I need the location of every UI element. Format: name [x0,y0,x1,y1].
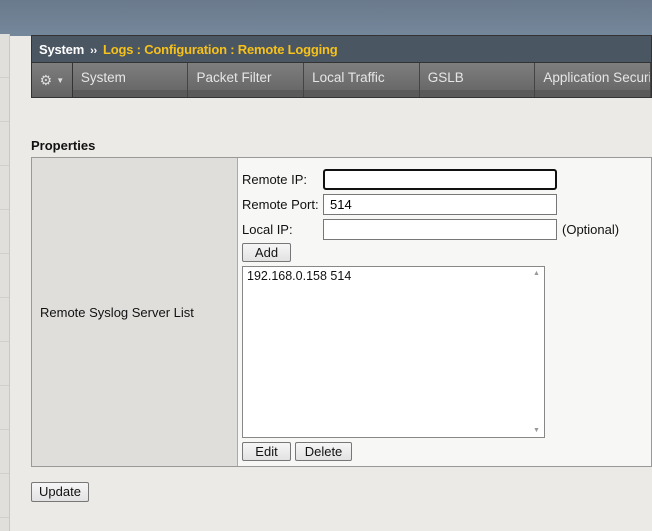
local-ip-hint: (Optional) [562,222,620,237]
gear-icon: ⚙ [39,71,53,88]
update-button[interactable]: Update [31,482,89,502]
remote-port-label: Remote Port: [242,197,319,212]
local-ip-label: Local IP: [242,222,293,237]
section-title: Properties [31,138,96,153]
server-listbox[interactable]: 192.168.0.158 514 ▲ ▼ [242,266,545,438]
settings-menu-button[interactable]: ⚙ ▼ [32,63,73,97]
add-button[interactable]: Add [242,243,291,262]
breadcrumb-root[interactable]: System [39,42,84,57]
local-ip-input[interactable] [323,219,557,240]
tab-local-traffic[interactable]: Local Traffic [304,63,420,97]
tab-application-security[interactable]: Application Security [535,63,652,97]
scroll-down-icon[interactable]: ▼ [533,427,540,434]
top-banner [0,0,652,36]
edit-button[interactable]: Edit [242,442,291,461]
remote-ip-label: Remote IP: [242,172,308,187]
tab-packet-filter[interactable]: Packet Filter [188,63,305,97]
chevron-down-icon: ▼ [56,75,65,85]
scroll-up-icon[interactable]: ▲ [533,270,540,277]
breadcrumb-path: Logs : Configuration : Remote Logging [103,42,338,57]
left-sidebar [0,34,10,531]
property-value-cell: Remote IP: Remote Port: Local IP: (Option… [238,158,651,466]
breadcrumb-separator: ›› [90,45,97,57]
scrollbar[interactable]: ▲ ▼ [530,267,544,437]
delete-button[interactable]: Delete [295,442,352,461]
properties-table: Remote Syslog Server List Remote IP: Rem… [31,157,652,467]
tab-gslb[interactable]: GSLB [419,63,536,97]
property-label: Remote Syslog Server List [32,158,238,466]
main-nav: ⚙ ▼ System Packet Filter Local Traffic GS… [31,62,652,98]
remote-ip-input[interactable] [323,169,557,190]
tab-system[interactable]: System [72,63,189,97]
breadcrumb: System ›› Logs : Configuration : Remote Lo… [31,35,652,62]
list-item[interactable]: 192.168.0.158 514 [243,267,544,285]
remote-port-input[interactable] [323,194,557,215]
